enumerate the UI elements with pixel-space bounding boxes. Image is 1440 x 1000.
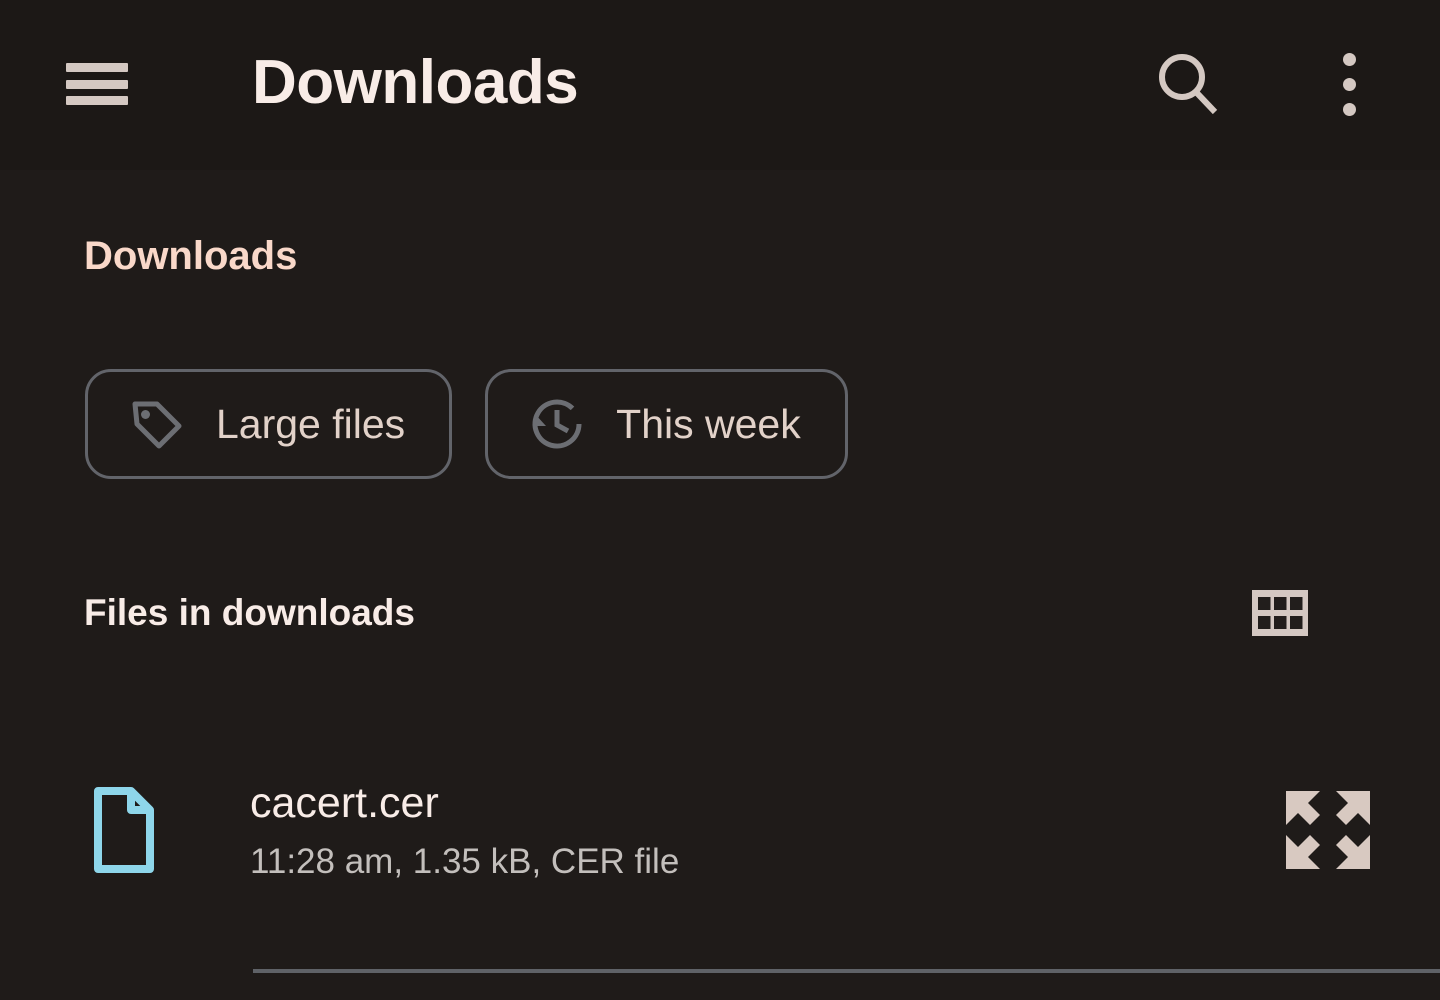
- file-info: cacert.cer 11:28 am, 1.35 kB, CER file: [170, 777, 1280, 883]
- file-name: cacert.cer: [250, 779, 439, 827]
- file-icon-container: [84, 787, 170, 873]
- files-section-header: Files in downloads: [84, 588, 1308, 638]
- search-icon[interactable]: [1152, 48, 1224, 120]
- files-in-downloads-label: Files in downloads: [84, 592, 415, 633]
- expand-arrows-icon[interactable]: [1280, 785, 1376, 875]
- document-file-icon: [94, 787, 154, 873]
- search-glyph: [1159, 54, 1218, 115]
- filter-chip-this-week[interactable]: This week: [485, 369, 848, 479]
- more-vertical-icon[interactable]: [1318, 48, 1380, 120]
- tag-icon: [132, 401, 182, 449]
- hamburger-menu-icon[interactable]: [66, 60, 128, 108]
- filter-chip-large-files[interactable]: Large files: [85, 369, 453, 479]
- file-metadata: 11:28 am, 1.35 kB, CER file: [250, 842, 680, 881]
- overflow-dot: [1342, 102, 1356, 116]
- hamburger-line: [66, 79, 128, 89]
- page-title: Downloads: [252, 48, 579, 117]
- app-bar: Downloads: [0, 0, 1440, 170]
- hamburger-line: [66, 96, 128, 105]
- grid-view-icon[interactable]: [1252, 590, 1308, 636]
- filter-chip-label: This week: [616, 401, 801, 447]
- list-divider: [253, 969, 1440, 973]
- overflow-dot: [1342, 77, 1356, 91]
- file-list-item[interactable]: cacert.cer 11:28 am, 1.35 kB, CER file: [84, 750, 1380, 910]
- filter-chip-label: Large files: [216, 401, 406, 447]
- filter-chip-group: Large files This week: [85, 369, 848, 479]
- downloads-section-heading: Downloads: [84, 234, 298, 278]
- hamburger-line: [66, 63, 128, 72]
- overflow-dot: [1342, 52, 1356, 66]
- history-clock-icon: [532, 399, 582, 449]
